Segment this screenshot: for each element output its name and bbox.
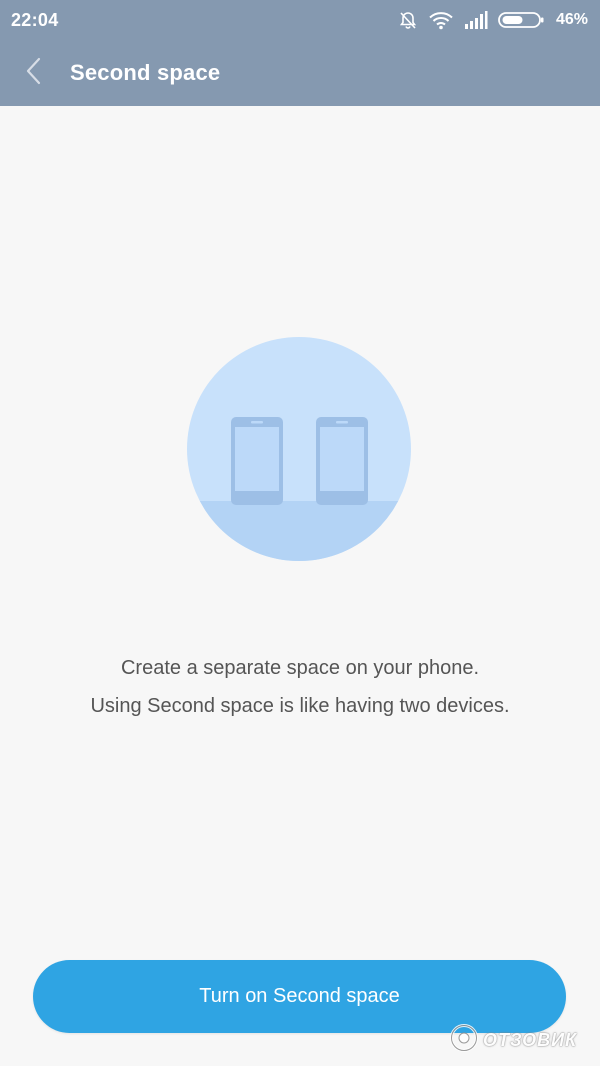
watermark-logo-icon [449, 1023, 479, 1058]
chevron-left-icon [24, 57, 42, 90]
two-phones-icon [187, 337, 411, 561]
title-bar: Second space [0, 40, 600, 106]
description: Create a separate space on your phone. U… [0, 652, 600, 728]
status-time: 22:04 [11, 9, 59, 30]
description-line-1: Create a separate space on your phone. [120, 657, 480, 679]
back-button[interactable] [0, 40, 70, 106]
page-title: Second space [70, 60, 221, 85]
status-bar: 22:04 46% [0, 0, 600, 40]
battery-icon [498, 10, 544, 30]
watermark-text: ОТЗОВИК [483, 1029, 578, 1050]
battery-percent: 46% [555, 11, 588, 28]
notifications-off-icon [398, 10, 418, 30]
wifi-icon [428, 10, 454, 30]
watermark: ОТЗОВИК [449, 1022, 577, 1058]
status-icons: 46% [398, 10, 588, 30]
description-line-2: Using Second space is like having two de… [90, 695, 510, 717]
signal-icon [464, 10, 488, 30]
